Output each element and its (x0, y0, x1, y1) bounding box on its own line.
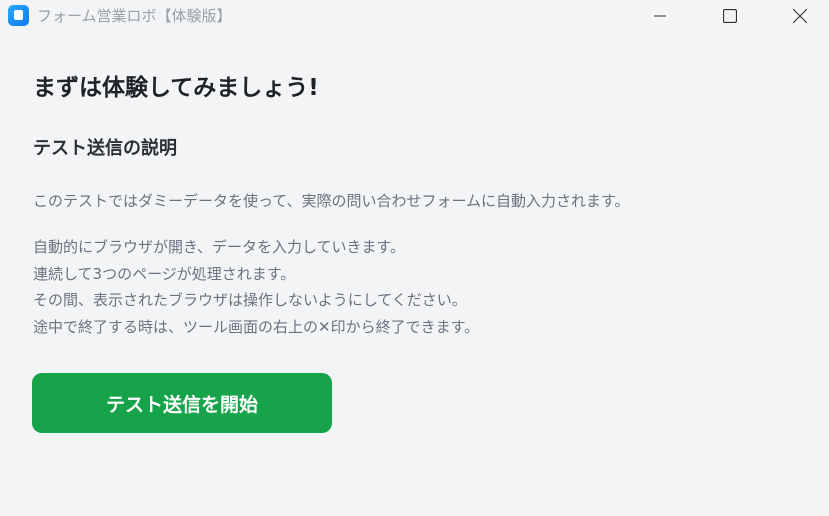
app-logo-icon (8, 5, 29, 26)
minimize-button[interactable] (637, 0, 683, 32)
close-button[interactable] (777, 0, 823, 32)
minimize-icon (654, 15, 666, 17)
page-title: まずは体験してみましょう! (33, 75, 319, 101)
app-window: フォーム営業ロボ【体験版】 まずは体験してみましょう! テスト送信の説明 このテ… (0, 0, 829, 516)
instruction-list: 自動的にブラウザが開き、データを入力していきます。 連続して3つのページが処理さ… (33, 234, 479, 340)
instruction-item: 連続して3つのページが処理されます。 (33, 264, 296, 283)
maximize-icon (723, 9, 737, 23)
window-title: フォーム営業ロボ【体験版】 (37, 7, 232, 25)
start-test-button[interactable]: テスト送信を開始 (32, 373, 332, 433)
maximize-button[interactable] (707, 0, 753, 32)
title-bar[interactable]: フォーム営業ロボ【体験版】 (0, 0, 829, 32)
instruction-item: 自動的にブラウザが開き、データを入力していきます。 (33, 238, 406, 256)
instruction-item: その間、表示されたブラウザは操作しないようにしてください。 (33, 291, 467, 309)
main-content: まずは体験してみましょう! テスト送信の説明 このテストではダミーデータを使って… (33, 70, 813, 336)
instruction-item: 途中で終了する時は、ツール画面の右上の✕印から終了できます。 (33, 317, 480, 336)
section-title: テスト送信の説明 (33, 138, 177, 159)
close-icon (793, 9, 807, 23)
description-text: このテストではダミーデータを使って、実際の問い合わせフォームに自動入力されます。 (33, 192, 630, 210)
